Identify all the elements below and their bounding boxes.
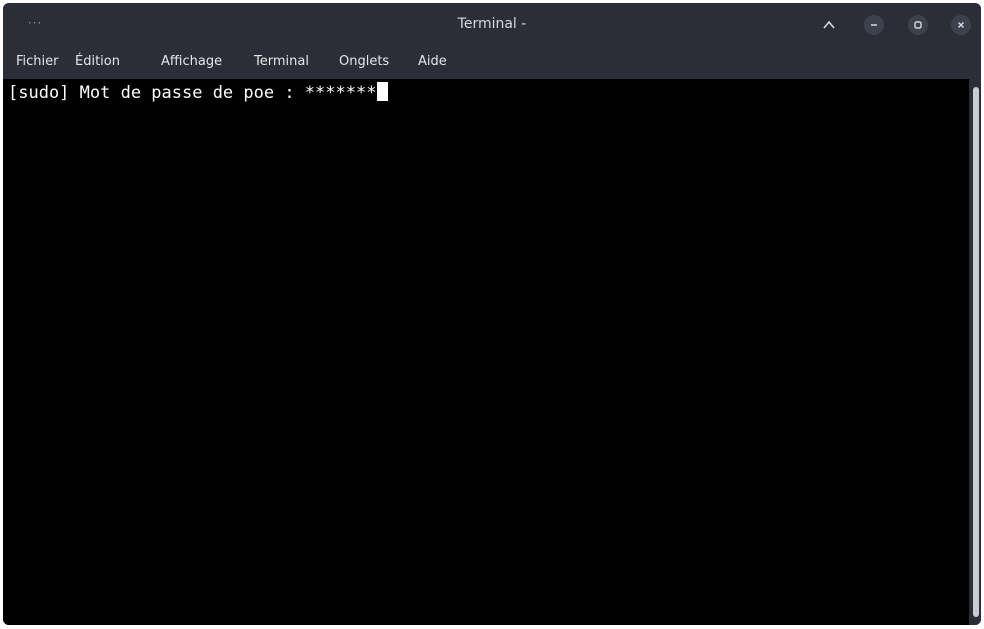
collapse-button[interactable] (819, 15, 839, 35)
menu-fichier[interactable]: Fichier (13, 45, 62, 79)
scrollbar-thumb[interactable] (973, 87, 979, 617)
terminal-output[interactable]: [sudo] Mot de passe de poe : ******* (3, 79, 969, 625)
minimize-icon (871, 24, 877, 26)
menu-terminal[interactable]: Terminal (251, 45, 312, 79)
menu-aide[interactable]: Aide (415, 45, 450, 79)
maximize-button[interactable] (908, 15, 928, 35)
scrollbar-track[interactable] (969, 79, 981, 625)
chevron-up-icon (823, 20, 835, 29)
maximize-icon (914, 21, 922, 29)
sudo-password-prompt: [sudo] Mot de passe de poe : ******* (8, 83, 377, 103)
menu-bar: Fichier Édition Affichage Terminal Ongle… (3, 45, 981, 79)
menu-edition[interactable]: Édition (72, 45, 123, 79)
menu-affichage[interactable]: Affichage (158, 45, 225, 79)
title-bar[interactable]: ··· Terminal - (3, 3, 981, 45)
terminal-line: [sudo] Mot de passe de poe : ******* (8, 82, 389, 104)
terminal-window: ··· Terminal - Fichier Édition Affichage… (3, 3, 981, 625)
close-button[interactable] (951, 15, 971, 35)
minimize-button[interactable] (864, 15, 884, 35)
menu-onglets[interactable]: Onglets (336, 45, 392, 79)
close-icon (958, 22, 964, 28)
text-cursor (377, 82, 389, 101)
